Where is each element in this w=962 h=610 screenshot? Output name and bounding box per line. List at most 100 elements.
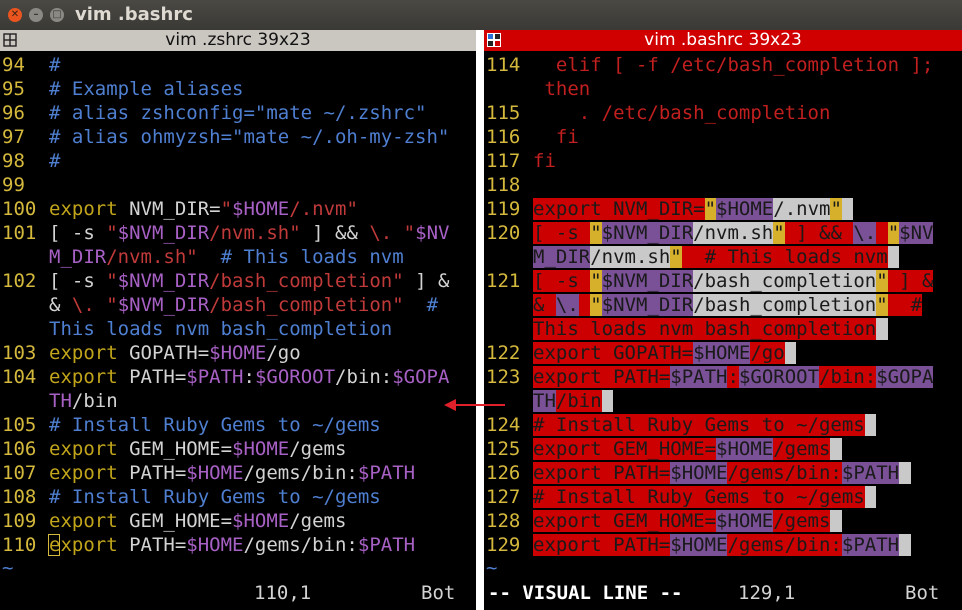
- window-title: vim .bashrc: [75, 4, 193, 25]
- line-number: 103: [2, 342, 37, 364]
- line-number: 97: [2, 126, 25, 148]
- close-window-button[interactable]: ✕: [8, 8, 22, 22]
- line-number: 114: [486, 54, 521, 76]
- line-text: # Install Ruby Gems to ~/gems: [49, 414, 381, 436]
- pane-divider[interactable]: [476, 30, 484, 610]
- code-line[interactable]: 120 [ -s "$NVM_DIR/nvm.sh" ] && \. "$NV: [484, 221, 962, 245]
- window-titlebar: ✕ – □ vim .bashrc: [0, 0, 962, 30]
- line-number: 121: [486, 270, 521, 292]
- tab-left-pane[interactable]: vim .zshrc 39x23: [0, 30, 476, 51]
- line-number: 129: [486, 534, 521, 556]
- maximize-window-button[interactable]: □: [50, 8, 64, 22]
- code-line[interactable]: 122 export GOPATH=$HOME/go: [484, 341, 962, 365]
- code-line[interactable]: TH/bin: [0, 389, 476, 413]
- line-number: 101: [2, 222, 37, 244]
- line-number: 116: [486, 126, 521, 148]
- code-line[interactable]: 97 # alias ohmyzsh="mate ~/.oh-my-zsh": [0, 125, 476, 149]
- line-number: 94: [2, 54, 25, 76]
- code-line[interactable]: 115 . /etc/bash_completion: [484, 101, 962, 125]
- line-text: export PATH=$HOME/gems/bin:$PATH: [49, 534, 416, 556]
- line-text: export GEM_HOME=$HOME/gems: [533, 509, 842, 533]
- code-line[interactable]: This loads nvm bash_completion: [0, 317, 476, 341]
- code-line[interactable]: 103 export GOPATH=$HOME/go: [0, 341, 476, 365]
- line-text: TH/bin: [49, 390, 118, 412]
- line-text: export PATH=$HOME/gems/bin:$PATH: [533, 461, 911, 485]
- code-line[interactable]: 121 [ -s "$NVM_DIR/bash_completion" ] &: [484, 269, 962, 293]
- line-text: export GEM_HOME=$HOME/gems: [49, 438, 347, 460]
- line-text: export GOPATH=$HOME/go: [49, 342, 301, 364]
- empty-line-marker: ~: [2, 557, 14, 579]
- code-line[interactable]: then: [484, 77, 962, 101]
- line-text: This loads nvm bash_completion: [533, 317, 888, 341]
- code-line[interactable]: 104 export PATH=$PATH:$GOROOT/bin:$GOPA: [0, 365, 476, 389]
- code-line[interactable]: 98 #: [0, 149, 476, 173]
- code-line[interactable]: 116 fi: [484, 125, 962, 149]
- line-text: This loads nvm bash_completion: [49, 318, 393, 340]
- line-number: 117: [486, 150, 521, 172]
- code-line[interactable]: 96 # alias zshconfig="mate ~/.zshrc": [0, 101, 476, 125]
- text-cursor: [48, 534, 60, 556]
- code-line[interactable]: 110 export PATH=$HOME/gems/bin:$PATH: [0, 533, 476, 557]
- code-line[interactable]: 118: [484, 173, 962, 197]
- line-text: [ -s "$NVM_DIR/bash_completion" ] &: [49, 270, 450, 292]
- code-line[interactable]: 129 export PATH=$HOME/gems/bin:$PATH: [484, 533, 962, 557]
- code-line[interactable]: 106 export GEM_HOME=$HOME/gems: [0, 437, 476, 461]
- line-number: 102: [2, 270, 37, 292]
- code-line[interactable]: & \. "$NVM_DIR/bash_completion" #: [484, 293, 962, 317]
- code-line[interactable]: & \. "$NVM_DIR/bash_completion" #: [0, 293, 476, 317]
- code-line[interactable]: 127 # Install Ruby Gems to ~/gems: [484, 485, 962, 509]
- empty-line-marker: ~: [486, 557, 498, 579]
- code-line[interactable]: 108 # Install Ruby Gems to ~/gems: [0, 485, 476, 509]
- close-icon: ✕: [10, 9, 20, 20]
- line-text: #: [49, 150, 61, 172]
- code-line[interactable]: 95 # Example aliases: [0, 77, 476, 101]
- line-number: 96: [2, 102, 25, 124]
- minimize-icon: –: [33, 9, 39, 20]
- line-text: # Install Ruby Gems to ~/gems: [533, 413, 877, 437]
- line-number: 95: [2, 78, 25, 100]
- right-status-mode: -- VISUAL LINE --: [488, 582, 683, 604]
- line-text: export PATH=$PATH:$GOROOT/bin:$GOPA: [533, 366, 934, 388]
- code-line[interactable]: 100 export NVM_DIR="$HOME/.nvm": [0, 197, 476, 221]
- line-number: 124: [486, 414, 521, 436]
- line-text: elif [ -f /etc/bash_completion ];: [533, 54, 934, 76]
- line-number: 106: [2, 438, 37, 460]
- line-text: M_DIR/nvm.sh" # This loads nvm: [533, 245, 900, 269]
- line-number: 126: [486, 462, 521, 484]
- code-line[interactable]: 128 export GEM_HOME=$HOME/gems: [484, 509, 962, 533]
- code-line[interactable]: 94 #: [0, 53, 476, 77]
- code-line[interactable]: M_DIR/nvm.sh" # This loads nvm: [484, 245, 962, 269]
- code-line[interactable]: 117 fi: [484, 149, 962, 173]
- code-line[interactable]: 107 export PATH=$HOME/gems/bin:$PATH: [0, 461, 476, 485]
- code-line[interactable]: 126 export PATH=$HOME/gems/bin:$PATH: [484, 461, 962, 485]
- tab-title: vim .bashrc 39x23: [644, 30, 802, 50]
- line-text: & \. "$NVM_DIR/bash_completion" #: [533, 294, 923, 316]
- code-line[interactable]: 114 elif [ -f /etc/bash_completion ];: [484, 53, 962, 77]
- code-line[interactable]: 102 [ -s "$NVM_DIR/bash_completion" ] &: [0, 269, 476, 293]
- line-text: # Install Ruby Gems to ~/gems: [49, 486, 381, 508]
- code-line[interactable]: 123 export PATH=$PATH:$GOROOT/bin:$GOPA: [484, 365, 962, 389]
- code-line[interactable]: M_DIR/nvm.sh" # This loads nvm: [0, 245, 476, 269]
- line-number: 108: [2, 486, 37, 508]
- code-line[interactable]: 109 export GEM_HOME=$HOME/gems: [0, 509, 476, 533]
- code-line[interactable]: 105 # Install Ruby Gems to ~/gems: [0, 413, 476, 437]
- code-line[interactable]: 101 [ -s "$NVM_DIR/nvm.sh" ] && \. "$NV: [0, 221, 476, 245]
- line-text: . /etc/bash_completion: [533, 102, 831, 124]
- code-line[interactable]: 125 export GEM_HOME=$HOME/gems: [484, 437, 962, 461]
- line-text: # alias zshconfig="mate ~/.zshrc": [49, 102, 427, 124]
- tab-right-pane[interactable]: vim .bashrc 39x23: [484, 30, 962, 51]
- line-number: 105: [2, 414, 37, 436]
- line-text: then: [533, 78, 591, 100]
- line-number: 100: [2, 198, 37, 220]
- line-number: 128: [486, 510, 521, 532]
- code-line[interactable]: TH/bin: [484, 389, 962, 413]
- code-line[interactable]: This loads nvm bash_completion: [484, 317, 962, 341]
- line-number: 110: [2, 534, 37, 556]
- line-number: 127: [486, 486, 521, 508]
- line-number: 104: [2, 366, 37, 388]
- code-line[interactable]: 124 # Install Ruby Gems to ~/gems: [484, 413, 962, 437]
- code-line[interactable]: 119 export NVM_DIR="$HOME/.nvm": [484, 197, 962, 221]
- code-line[interactable]: 99: [0, 173, 476, 197]
- line-text: [ -s "$NVM_DIR/nvm.sh" ] && \. "$NV: [533, 222, 934, 244]
- minimize-window-button[interactable]: –: [29, 8, 43, 22]
